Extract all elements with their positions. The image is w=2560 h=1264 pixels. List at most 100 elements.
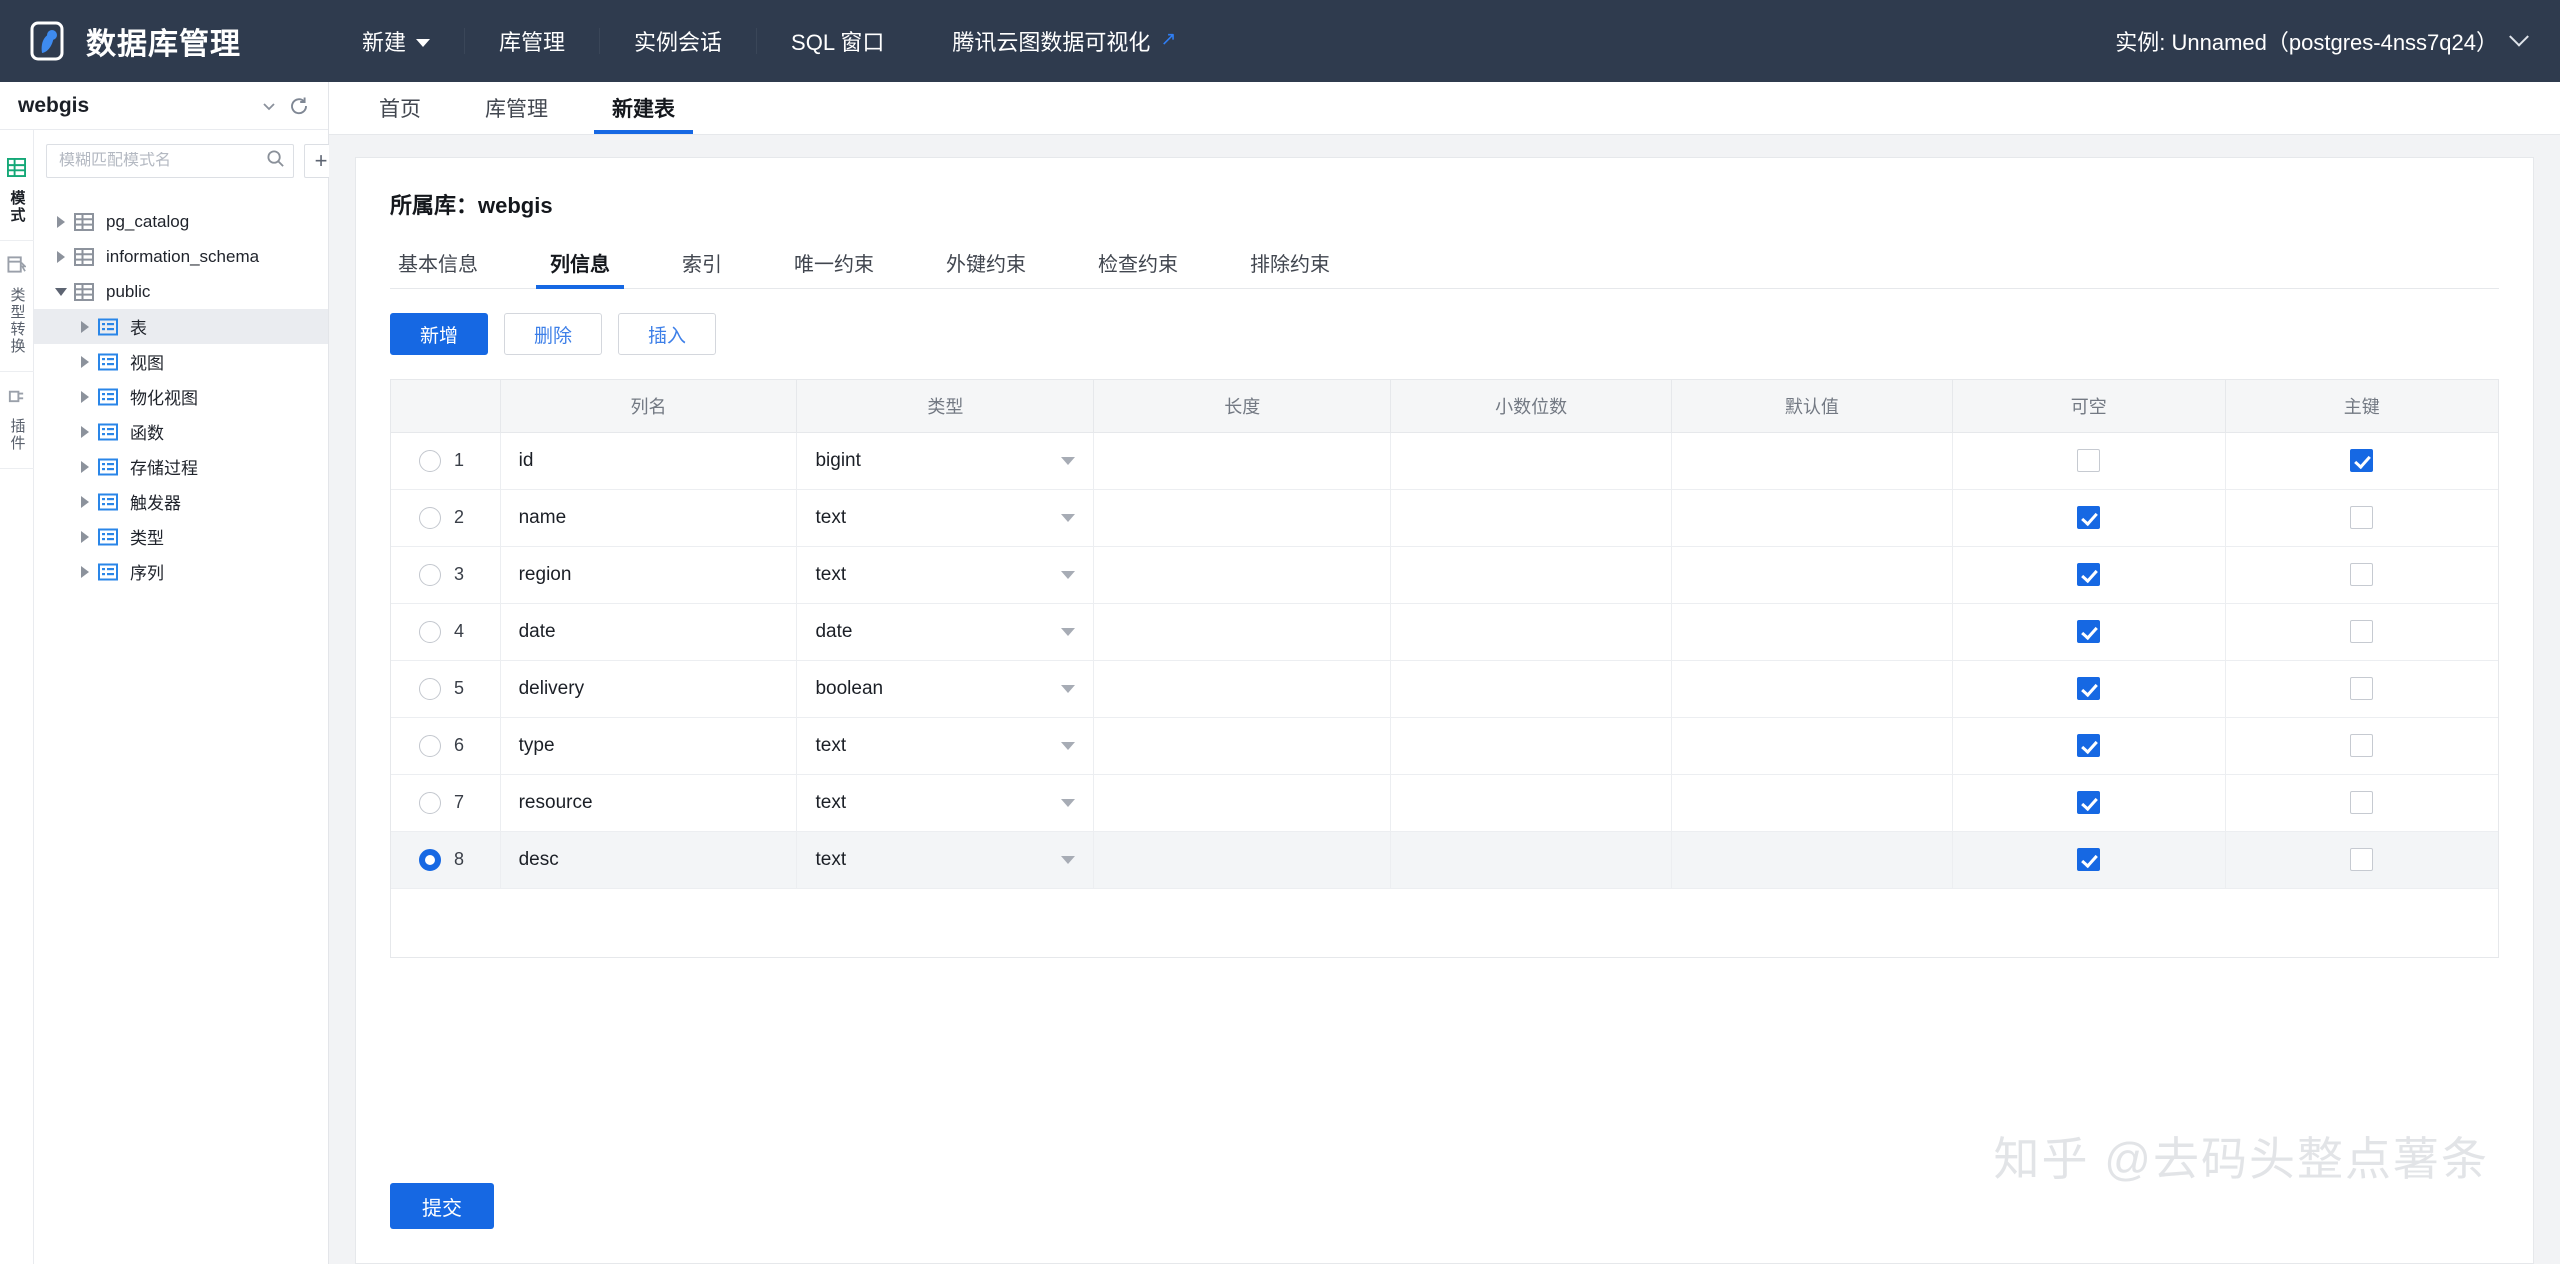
row-radio[interactable] xyxy=(419,506,441,529)
cell-column-name[interactable]: resource xyxy=(500,774,798,832)
rail-item-schema[interactable]: 模式 xyxy=(0,144,34,241)
cell-length[interactable] xyxy=(1093,831,1392,889)
tab-db-manage[interactable]: 库管理 xyxy=(467,93,566,134)
row-radio[interactable] xyxy=(419,620,441,643)
tab-new-table[interactable]: 新建表 xyxy=(594,93,693,134)
cell-column-type[interactable]: boolean xyxy=(796,660,1095,718)
tree-expander[interactable] xyxy=(48,287,74,296)
rail-item-type-conversion[interactable]: 类型转换 xyxy=(0,241,34,372)
primary-key-checkbox[interactable] xyxy=(2350,506,2374,529)
row-radio[interactable] xyxy=(419,791,441,814)
chevron-down-icon[interactable] xyxy=(254,91,284,121)
row-radio[interactable] xyxy=(419,677,441,700)
row-radio[interactable] xyxy=(419,848,441,871)
cell-default[interactable] xyxy=(1671,603,1953,661)
nullable-checkbox[interactable] xyxy=(2077,734,2101,757)
cell-column-name[interactable]: id xyxy=(500,432,798,490)
subtab-exclusion-constraint[interactable]: 排除约束 xyxy=(1242,248,1338,288)
row-select-cell[interactable]: 3 xyxy=(391,546,501,604)
cell-scale[interactable] xyxy=(1390,546,1672,604)
cell-primary-key[interactable] xyxy=(2225,603,2498,661)
nullable-checkbox[interactable] xyxy=(2077,848,2101,871)
search-icon[interactable] xyxy=(266,149,285,173)
tree-node-views[interactable]: 视图 xyxy=(34,344,328,379)
cell-scale[interactable] xyxy=(1390,660,1672,718)
cell-nullable[interactable] xyxy=(1952,489,2226,547)
row-select-cell[interactable]: 1 xyxy=(391,432,501,490)
table-row[interactable]: 3 region text xyxy=(391,546,2498,604)
nav-item-cloud-visualization[interactable]: 腾讯云图数据可视化 ↗ xyxy=(918,24,1210,58)
cell-length[interactable] xyxy=(1093,489,1392,547)
subtab-column-info[interactable]: 列信息 xyxy=(536,248,624,289)
cell-scale[interactable] xyxy=(1390,603,1672,661)
cell-column-name[interactable]: date xyxy=(500,603,798,661)
cell-nullable[interactable] xyxy=(1952,546,2226,604)
tree-node-sequences[interactable]: 序列 xyxy=(34,554,328,589)
cell-nullable[interactable] xyxy=(1952,603,2226,661)
rail-item-plugins[interactable]: 插件 xyxy=(0,372,34,469)
cell-primary-key[interactable] xyxy=(2225,546,2498,604)
cell-scale[interactable] xyxy=(1390,831,1672,889)
cell-column-name[interactable]: region xyxy=(500,546,798,604)
search-input[interactable] xyxy=(59,152,266,170)
cell-primary-key[interactable] xyxy=(2225,717,2498,775)
tree-expander[interactable] xyxy=(48,215,74,228)
cell-primary-key[interactable] xyxy=(2225,432,2498,490)
nav-item-db-manage[interactable]: 库管理 xyxy=(465,24,599,58)
cell-nullable[interactable] xyxy=(1952,717,2226,775)
table-row[interactable]: 1 id bigint xyxy=(391,432,2498,490)
tree-node-pg-catalog[interactable]: pg_catalog xyxy=(34,204,328,239)
cell-length[interactable] xyxy=(1093,603,1392,661)
cell-column-type[interactable]: text xyxy=(796,489,1095,547)
cell-default[interactable] xyxy=(1671,717,1953,775)
cell-nullable[interactable] xyxy=(1952,660,2226,718)
cell-primary-key[interactable] xyxy=(2225,831,2498,889)
row-select-cell[interactable]: 6 xyxy=(391,717,501,775)
table-row[interactable]: 5 delivery boolean xyxy=(391,660,2498,718)
primary-key-checkbox[interactable] xyxy=(2350,449,2374,472)
nullable-checkbox[interactable] xyxy=(2077,677,2101,700)
delete-column-button[interactable]: 删除 xyxy=(504,313,602,355)
table-row[interactable]: 8 desc text xyxy=(391,831,2498,889)
table-row[interactable]: 6 type text xyxy=(391,717,2498,775)
row-radio[interactable] xyxy=(419,734,441,757)
cell-default[interactable] xyxy=(1671,489,1953,547)
tree-node-information-schema[interactable]: information_schema xyxy=(34,239,328,274)
tree-expander[interactable] xyxy=(72,460,98,473)
table-row[interactable]: 7 resource text xyxy=(391,774,2498,832)
cell-column-name[interactable]: name xyxy=(500,489,798,547)
row-radio[interactable] xyxy=(419,449,441,472)
subtab-foreign-key-constraint[interactable]: 外键约束 xyxy=(938,248,1034,288)
nav-item-new[interactable]: 新建 xyxy=(328,24,464,58)
cell-column-name[interactable]: desc xyxy=(500,831,798,889)
primary-key-checkbox[interactable] xyxy=(2350,677,2374,700)
cell-scale[interactable] xyxy=(1390,717,1672,775)
tree-expander[interactable] xyxy=(72,355,98,368)
search-box[interactable] xyxy=(46,144,294,178)
row-select-cell[interactable]: 7 xyxy=(391,774,501,832)
cell-column-type[interactable]: text xyxy=(796,717,1095,775)
cell-nullable[interactable] xyxy=(1952,774,2226,832)
tree-expander[interactable] xyxy=(72,530,98,543)
subtab-unique-constraint[interactable]: 唯一约束 xyxy=(786,248,882,288)
cell-length[interactable] xyxy=(1093,717,1392,775)
cell-primary-key[interactable] xyxy=(2225,774,2498,832)
subtab-check-constraint[interactable]: 检查约束 xyxy=(1090,248,1186,288)
cell-length[interactable] xyxy=(1093,546,1392,604)
cell-primary-key[interactable] xyxy=(2225,489,2498,547)
tree-node-types[interactable]: 类型 xyxy=(34,519,328,554)
tree-node-triggers[interactable]: 触发器 xyxy=(34,484,328,519)
cell-scale[interactable] xyxy=(1390,489,1672,547)
cell-length[interactable] xyxy=(1093,774,1392,832)
nullable-checkbox[interactable] xyxy=(2077,506,2101,529)
primary-key-checkbox[interactable] xyxy=(2350,620,2374,643)
tree-node-stored-procedures[interactable]: 存储过程 xyxy=(34,449,328,484)
cell-default[interactable] xyxy=(1671,831,1953,889)
cell-column-type[interactable]: text xyxy=(796,831,1095,889)
tree-expander[interactable] xyxy=(72,320,98,333)
cell-length[interactable] xyxy=(1093,432,1392,490)
cell-scale[interactable] xyxy=(1390,774,1672,832)
table-row[interactable]: 2 name text xyxy=(391,489,2498,547)
row-select-cell[interactable]: 2 xyxy=(391,489,501,547)
cell-primary-key[interactable] xyxy=(2225,660,2498,718)
